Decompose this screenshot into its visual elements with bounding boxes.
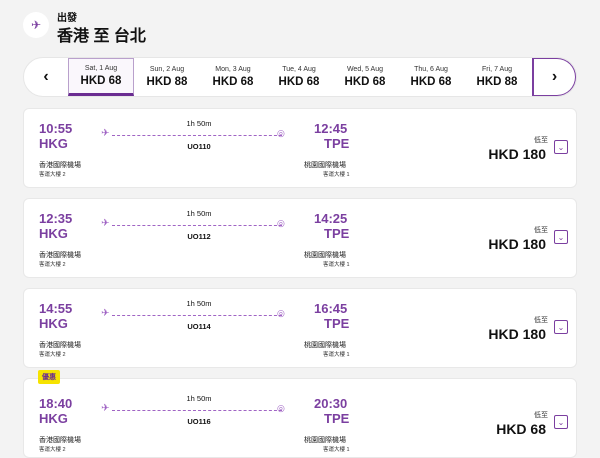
date-tab[interactable]: Wed, 5 Aug HKD 68 (332, 58, 398, 96)
fare-price: HKD 68 (496, 421, 546, 437)
flight-number: UO110 (187, 142, 211, 151)
departure-airport: 香港國際機場 (39, 437, 81, 444)
location-pin-icon: ◎ (277, 218, 285, 228)
date-price: HKD 88 (476, 76, 518, 88)
route-line (112, 135, 282, 136)
date-price: HKD 68 (344, 76, 386, 88)
departure-code: HKG (39, 411, 68, 426)
departure-time: 14:55 (39, 301, 73, 316)
date-label: Tue, 4 Aug (282, 66, 316, 73)
departure-terminal: 客運大樓 2 (39, 262, 66, 268)
date-label: Mon, 3 Aug (215, 66, 251, 73)
date-tab[interactable]: Fri, 7 Aug HKD 88 (464, 58, 530, 96)
arrival-airport: 桃園國際機場 (304, 342, 346, 349)
flight-card[interactable]: 10:55 HKG 12:45 TPE 1h 50m UO110 ✈ ◎ 香港國… (23, 108, 577, 188)
plane-icon: ✈ (101, 128, 110, 139)
arrival-time: 20:30 (314, 396, 348, 411)
fare-price: HKD 180 (488, 236, 546, 252)
date-tab[interactable]: Mon, 3 Aug HKD 68 (200, 58, 266, 96)
departure-code: HKG (39, 136, 68, 151)
route-line (112, 315, 282, 316)
departure-terminal: 客運大樓 2 (39, 447, 66, 453)
arrival-terminal: 客運大樓 1 (323, 262, 350, 268)
price-from-label: 低至 (534, 317, 548, 324)
flight-card[interactable]: 14:55 HKG 16:45 TPE 1h 50m UO114 ✈ ◎ 香港國… (23, 288, 577, 368)
location-pin-icon: ◎ (277, 308, 285, 318)
flight-card[interactable]: 18:40 HKG 20:30 TPE 1h 50m UO116 ✈ ◎ 香港國… (23, 378, 577, 458)
departure-code: HKG (39, 226, 68, 241)
plane-icon: ✈ (101, 403, 110, 414)
price-from-label: 低至 (534, 227, 548, 234)
route-line (112, 225, 282, 226)
price-from-label: 低至 (534, 412, 548, 419)
route-line (112, 410, 282, 411)
arrival-code: TPE (324, 411, 350, 426)
arrival-airport: 桃園國際機場 (304, 252, 346, 259)
plane-icon: ✈ (101, 308, 110, 319)
date-label: Thu, 6 Aug (414, 66, 448, 73)
date-label: Fri, 7 Aug (482, 66, 512, 73)
departure-airport: 香港國際機場 (39, 342, 81, 349)
arrival-time: 14:25 (314, 211, 348, 226)
expand-chevron-icon[interactable]: ⌄ (554, 140, 568, 154)
arrival-airport: 桃園國際機場 (304, 437, 346, 444)
departure-airport: 香港國際機場 (39, 162, 81, 169)
departure-airport: 香港國際機場 (39, 252, 81, 259)
date-tab[interactable]: Thu, 6 Aug HKD 68 (398, 58, 464, 96)
expand-chevron-icon[interactable]: ⌄ (554, 320, 568, 334)
duration: 1h 50m (186, 299, 212, 308)
arrival-time: 12:45 (314, 121, 348, 136)
route-title: 香港 至 台北 (57, 28, 146, 45)
price-from-label: 低至 (534, 137, 548, 144)
flight-number: UO116 (187, 417, 211, 426)
departure-time: 10:55 (39, 121, 73, 136)
arrival-terminal: 客運大樓 1 (323, 352, 350, 358)
arrival-airport: 桃園國際機場 (304, 162, 346, 169)
plane-departure-icon: ✈ (23, 12, 49, 38)
departure-time: 12:35 (39, 211, 73, 226)
duration: 1h 50m (186, 119, 212, 128)
location-pin-icon: ◎ (277, 128, 285, 138)
next-dates-button[interactable]: › (532, 58, 576, 96)
date-tab[interactable]: Sat, 1 Aug HKD 68 (68, 58, 134, 96)
duration: 1h 50m (186, 209, 212, 218)
date-price: HKD 68 (212, 76, 254, 88)
location-pin-icon: ◎ (277, 403, 285, 413)
departure-time: 18:40 (39, 396, 73, 411)
departure-code: HKG (39, 316, 68, 331)
prev-dates-button[interactable]: ‹ (24, 58, 68, 96)
expand-chevron-icon[interactable]: ⌄ (554, 230, 568, 244)
expand-chevron-icon[interactable]: ⌄ (554, 415, 568, 429)
date-label: Wed, 5 Aug (346, 66, 384, 73)
arrival-time: 16:45 (314, 301, 348, 316)
date-tab[interactable]: Tue, 4 Aug HKD 68 (266, 58, 332, 96)
date-selector: ‹ Sat, 1 Aug HKD 68 Sun, 2 Aug HKD 88 Mon, 3… (23, 57, 577, 97)
flight-number: UO112 (187, 232, 211, 241)
plane-icon: ✈ (101, 218, 110, 229)
arrival-code: TPE (324, 226, 350, 241)
promo-badge: 優惠 (38, 370, 60, 384)
flight-number: UO114 (187, 322, 211, 331)
date-label: Sat, 1 Aug (84, 65, 118, 72)
date-label: Sun, 2 Aug (149, 66, 185, 73)
departure-terminal: 客運大樓 2 (39, 172, 66, 178)
flight-card[interactable]: 12:35 HKG 14:25 TPE 1h 50m UO112 ✈ ◎ 香港國… (23, 198, 577, 278)
arrival-terminal: 客運大樓 1 (323, 447, 350, 453)
date-price: HKD 68 (410, 76, 452, 88)
arrival-terminal: 客運大樓 1 (323, 172, 350, 178)
fare-price: HKD 180 (488, 326, 546, 342)
date-price: HKD 68 (80, 75, 122, 87)
fare-price: HKD 180 (488, 146, 546, 162)
duration: 1h 50m (186, 394, 212, 403)
date-price: HKD 88 (146, 76, 188, 88)
date-price: HKD 68 (278, 76, 320, 88)
date-tab[interactable]: Sun, 2 Aug HKD 88 (134, 58, 200, 96)
arrival-code: TPE (324, 136, 350, 151)
departure-terminal: 客運大樓 2 (39, 352, 66, 358)
arrival-code: TPE (324, 316, 350, 331)
